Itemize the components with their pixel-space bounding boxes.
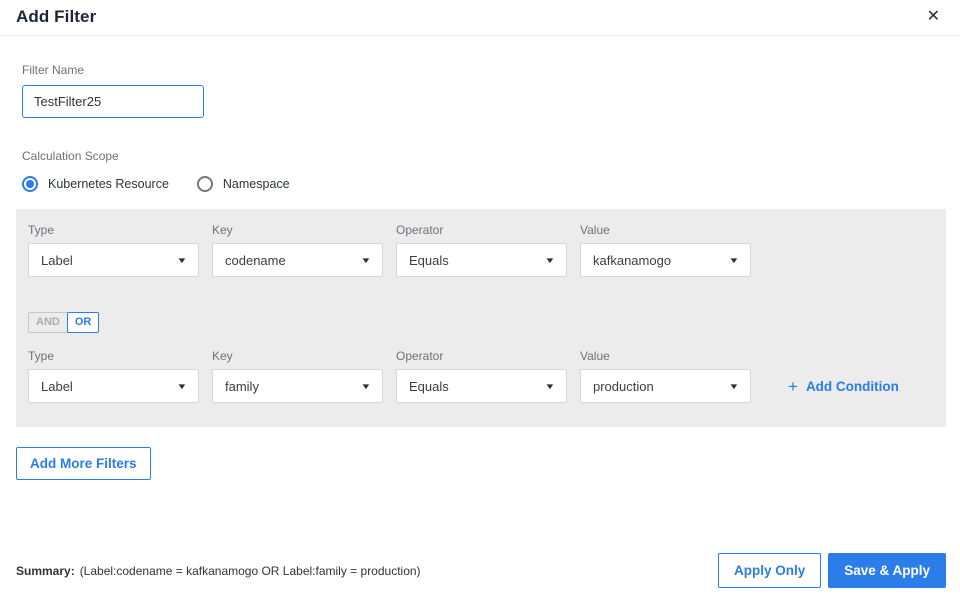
summary-text: (Label:codename = kafkanamogo OR Label:f… (79, 563, 421, 578)
footer-buttons: Apply Only Save & Apply (717, 553, 946, 588)
radio-selected-icon (22, 176, 38, 192)
operator-dropdown[interactable]: Equals ▼ (396, 369, 567, 403)
conditions-panel: Type Key Operator Value Label ▼ codename… (16, 209, 946, 427)
dropdown-value: codename (225, 252, 286, 268)
chevron-down-icon: ▼ (176, 381, 188, 391)
and-toggle-button[interactable]: AND (28, 312, 68, 333)
value-dropdown[interactable]: production ▼ (580, 369, 751, 403)
dropdown-value: production (593, 378, 654, 394)
chevron-down-icon: ▼ (728, 381, 740, 391)
dropdown-value: Label (41, 378, 73, 394)
add-condition-label: Add Condition (805, 378, 899, 394)
value-label: Value (580, 223, 610, 237)
modal-title: Add Filter (16, 7, 97, 26)
dropdown-value: Equals (409, 378, 449, 394)
type-dropdown[interactable]: Label ▼ (28, 243, 199, 277)
and-or-toggle: AND OR (28, 312, 100, 333)
dropdown-value: Equals (409, 252, 449, 268)
key-dropdown[interactable]: codename ▼ (212, 243, 383, 277)
apply-only-button[interactable]: Apply Only (717, 553, 822, 588)
add-filter-modal: Add Filter ✕ Filter Name Calculation Sco… (0, 0, 960, 588)
radio-label: Namespace (222, 177, 290, 191)
chevron-down-icon: ▼ (544, 381, 556, 391)
or-toggle-button[interactable]: OR (66, 312, 100, 333)
radio-unselected-icon (196, 176, 213, 192)
close-icon[interactable]: ✕ (923, 7, 944, 27)
condition-row-2: Label ▼ family ▼ Equals ▼ production ▼ + (28, 369, 934, 403)
filter-summary: Summary: (Label:codename = kafkanamogo OR… (16, 564, 421, 578)
chevron-down-icon: ▼ (544, 255, 556, 265)
filter-name-group: Filter Name (22, 63, 946, 118)
key-label: Key (212, 223, 233, 237)
dropdown-value: family (225, 378, 259, 394)
chevron-down-icon: ▼ (728, 255, 740, 265)
key-label: Key (212, 349, 233, 363)
dropdown-value: Label (41, 252, 73, 268)
filter-name-label: Filter Name (22, 63, 85, 77)
operator-label: Operator (396, 349, 444, 363)
key-dropdown[interactable]: family ▼ (212, 369, 383, 403)
value-label: Value (580, 349, 610, 363)
dropdown-value: kafkanamogo (593, 252, 672, 268)
condition-row-1: Label ▼ codename ▼ Equals ▼ kafkanamogo … (28, 243, 934, 277)
calculation-scope-options: Kubernetes Resource Namespace (22, 176, 946, 192)
save-and-apply-button[interactable]: Save & Apply (828, 553, 946, 588)
plus-icon: + (788, 376, 798, 396)
add-more-filters-button[interactable]: Add More Filters (16, 447, 151, 480)
calculation-scope-label: Calculation Scope (22, 149, 119, 163)
modal-footer: Summary: (Label:codename = kafkanamogo OR… (0, 553, 960, 595)
summary-label: Summary: (16, 563, 75, 578)
operator-label: Operator (396, 223, 444, 237)
condition-field-labels: Type Key Operator Value (28, 349, 934, 363)
radio-label: Kubernetes Resource (48, 177, 169, 191)
calculation-scope-group: Calculation Scope Kubernetes Resource Na… (22, 149, 946, 192)
chevron-down-icon: ▼ (360, 255, 372, 265)
condition-field-labels: Type Key Operator Value (28, 223, 934, 237)
type-label: Type (28, 349, 55, 363)
chevron-down-icon: ▼ (360, 381, 372, 391)
chevron-down-icon: ▼ (176, 255, 188, 265)
radio-kubernetes-resource[interactable]: Kubernetes Resource (22, 176, 169, 192)
filter-name-input[interactable] (22, 85, 204, 118)
value-dropdown[interactable]: kafkanamogo ▼ (580, 243, 751, 277)
type-label: Type (28, 223, 55, 237)
modal-body: Filter Name Calculation Scope Kubernetes… (0, 63, 960, 480)
modal-header: Add Filter ✕ (0, 0, 960, 36)
add-condition-button[interactable]: + Add Condition (788, 378, 899, 395)
radio-namespace[interactable]: Namespace (196, 176, 290, 192)
type-dropdown[interactable]: Label ▼ (28, 369, 199, 403)
operator-dropdown[interactable]: Equals ▼ (396, 243, 567, 277)
